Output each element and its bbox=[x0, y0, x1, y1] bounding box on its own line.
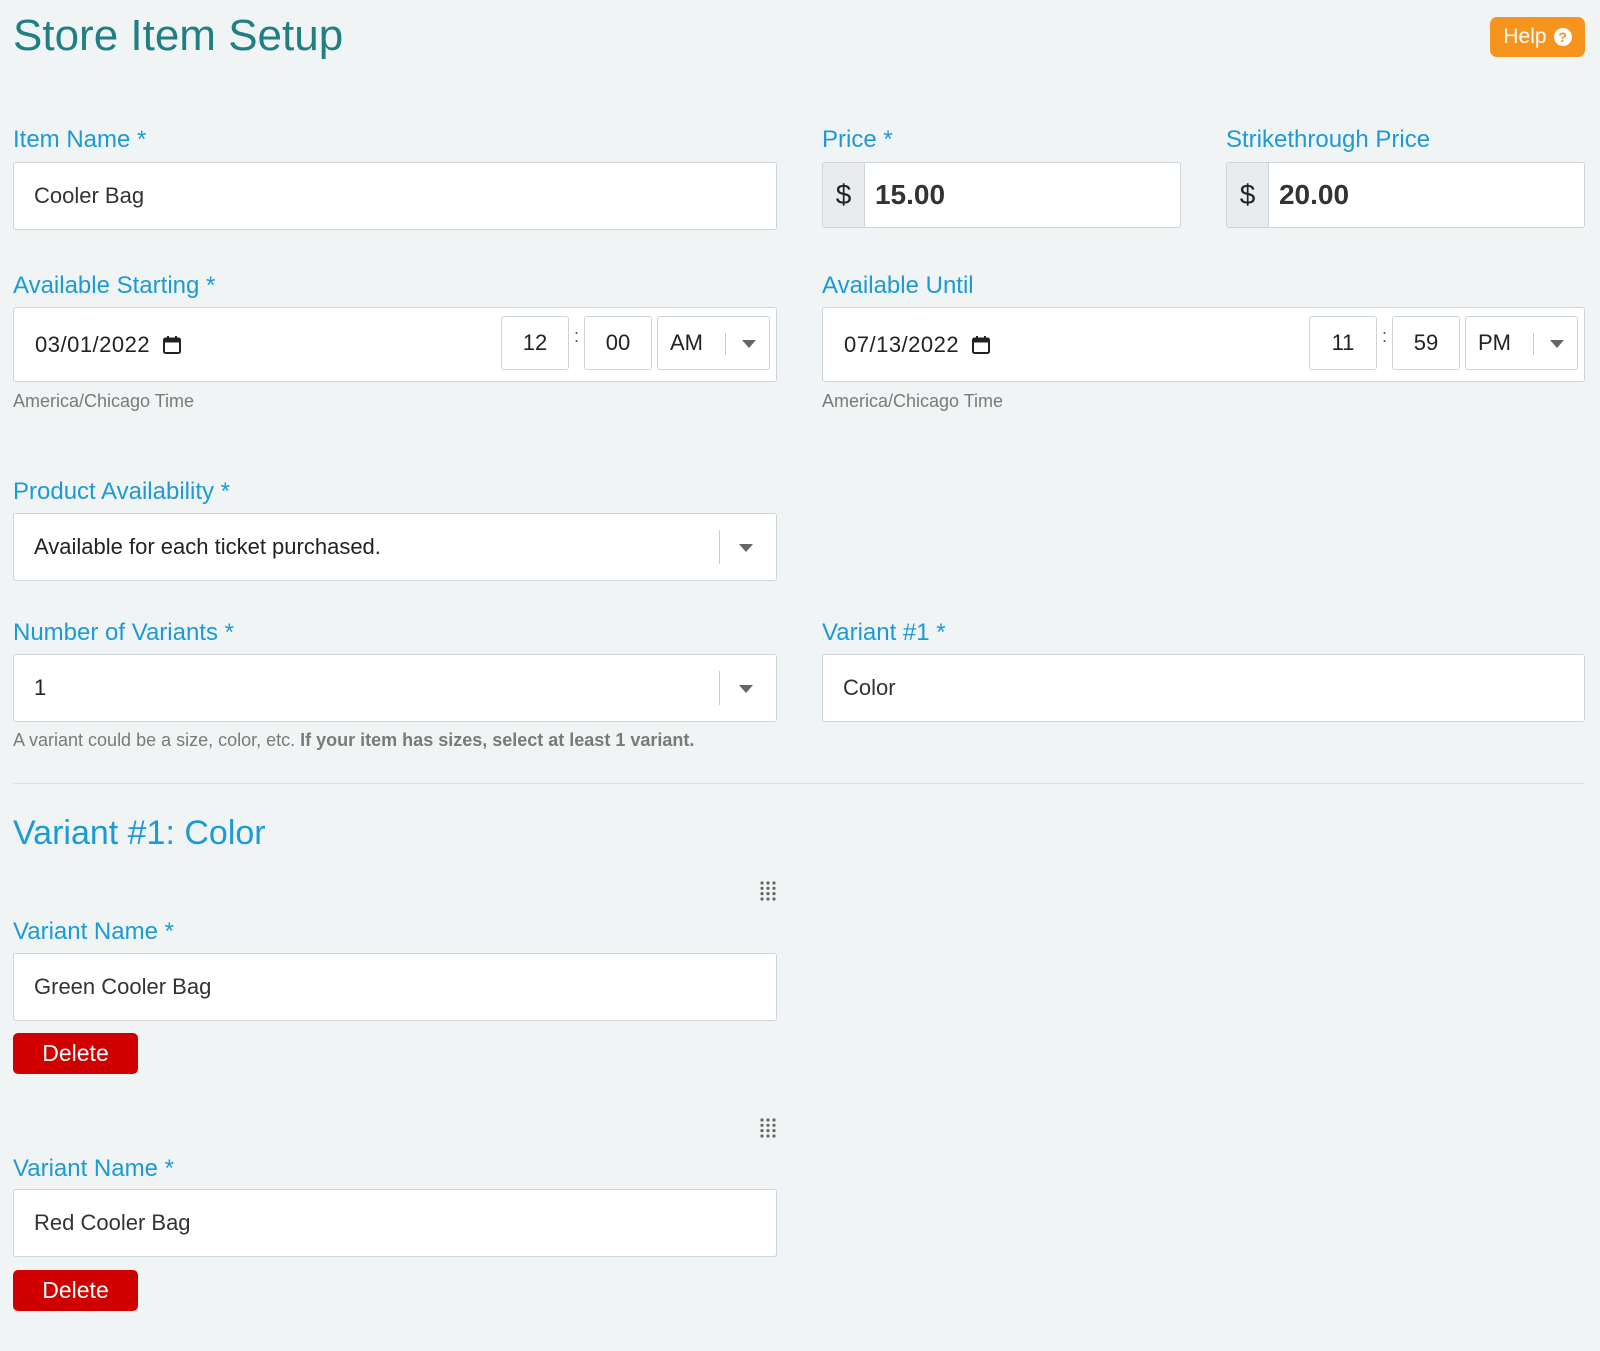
time-colon: : bbox=[1382, 326, 1388, 346]
start-hour-input[interactable]: 12 bbox=[501, 316, 569, 370]
variants-help-plain: A variant could be a size, color, etc. bbox=[13, 730, 296, 750]
variant-section-title: Variant #1: Color bbox=[13, 814, 266, 852]
variant-name-label: Variant Name * bbox=[13, 1155, 174, 1182]
start-date-input[interactable]: 03/01/2022 bbox=[35, 332, 150, 358]
caret-down-icon bbox=[742, 340, 756, 348]
select-separator bbox=[1533, 333, 1534, 355]
strikethrough-currency-symbol: $ bbox=[1227, 163, 1269, 227]
section-divider bbox=[13, 783, 1585, 784]
select-separator bbox=[719, 671, 720, 705]
price-currency-symbol: $ bbox=[823, 163, 865, 227]
number-of-variants-value: 1 bbox=[34, 675, 47, 700]
end-minute-input[interactable]: 59 bbox=[1392, 316, 1460, 370]
variant-name-field bbox=[13, 953, 777, 1021]
item-name-label: Item Name * bbox=[13, 126, 147, 153]
price-input[interactable] bbox=[864, 163, 1180, 227]
caret-down-icon bbox=[739, 544, 753, 552]
end-ampm-value: PM bbox=[1478, 330, 1511, 355]
variant-name-label: Variant Name * bbox=[13, 918, 174, 945]
price-field: $ bbox=[822, 162, 1181, 228]
select-separator bbox=[725, 333, 726, 355]
variants-help-bold: If your item has sizes, select at least … bbox=[300, 730, 695, 750]
variant-name-input[interactable] bbox=[14, 1190, 776, 1256]
calendar-icon[interactable] bbox=[162, 335, 182, 355]
product-availability-label: Product Availability * bbox=[13, 478, 231, 505]
variant-1-label: Variant #1 * bbox=[822, 619, 946, 646]
item-name-field bbox=[13, 162, 777, 230]
help-button[interactable]: Help ? bbox=[1490, 17, 1585, 57]
page-title: Store Item Setup bbox=[13, 11, 344, 60]
variant-name-field bbox=[13, 1189, 777, 1257]
number-of-variants-select[interactable]: 1 bbox=[13, 654, 777, 722]
available-starting-field: 03/01/2022 12 : 00 AM bbox=[13, 307, 777, 382]
start-minute-input[interactable]: 00 bbox=[584, 316, 652, 370]
available-until-label: Available Until bbox=[822, 272, 974, 299]
strikethrough-price-field: $ bbox=[1226, 162, 1585, 228]
question-circle-icon: ? bbox=[1553, 28, 1572, 46]
delete-variant-button[interactable]: Delete bbox=[13, 1033, 138, 1074]
available-until-field: 07/13/2022 11 : 59 PM bbox=[822, 307, 1585, 382]
drag-handle-icon[interactable] bbox=[759, 1117, 777, 1144]
number-of-variants-label: Number of Variants * bbox=[13, 619, 234, 646]
end-hour-input[interactable]: 11 bbox=[1309, 316, 1377, 370]
help-button-label: Help bbox=[1503, 25, 1547, 48]
drag-handle-icon[interactable] bbox=[759, 880, 777, 907]
delete-variant-button[interactable]: Delete bbox=[13, 1270, 138, 1311]
variant-1-field bbox=[822, 654, 1585, 722]
available-starting-label: Available Starting * bbox=[13, 272, 216, 299]
end-ampm-select[interactable]: PM bbox=[1465, 316, 1578, 370]
caret-down-icon bbox=[1550, 340, 1564, 348]
variant-name-input[interactable] bbox=[14, 954, 776, 1020]
start-ampm-value: AM bbox=[670, 330, 703, 355]
start-timezone-note: America/Chicago Time bbox=[13, 391, 195, 411]
strikethrough-price-input[interactable] bbox=[1268, 163, 1584, 227]
caret-down-icon bbox=[739, 685, 753, 693]
calendar-icon[interactable] bbox=[971, 335, 991, 355]
end-date-input[interactable]: 07/13/2022 bbox=[844, 332, 959, 358]
price-label: Price * bbox=[822, 126, 893, 153]
item-name-input[interactable] bbox=[14, 163, 776, 229]
variants-help-text: A variant could be a size, color, etc. I… bbox=[13, 729, 694, 751]
product-availability-select[interactable]: Available for each ticket purchased. bbox=[13, 513, 777, 581]
end-timezone-note: America/Chicago Time bbox=[822, 391, 1004, 411]
strikethrough-price-label: Strikethrough Price bbox=[1226, 126, 1431, 153]
variant-1-input[interactable] bbox=[823, 655, 1584, 721]
select-separator bbox=[719, 530, 720, 564]
product-availability-value: Available for each ticket purchased. bbox=[34, 534, 381, 559]
start-ampm-select[interactable]: AM bbox=[657, 316, 770, 370]
time-colon: : bbox=[574, 326, 580, 346]
